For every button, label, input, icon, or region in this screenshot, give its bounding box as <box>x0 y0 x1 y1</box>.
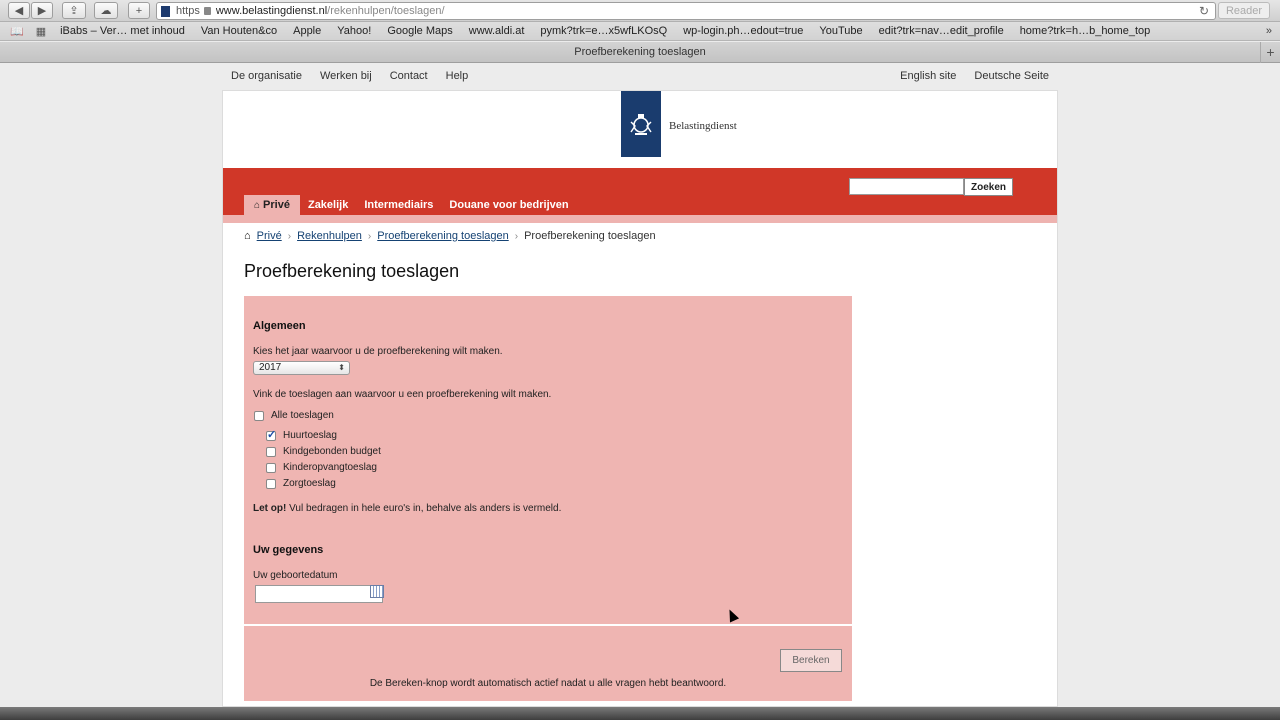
bookmark-item[interactable]: wp-login.ph…edout=true <box>683 25 803 37</box>
url-host: www.belastingdienst.nl <box>215 5 328 17</box>
top-navigation: De organisatie Werken bij Contact Help <box>231 70 468 82</box>
reader-button[interactable]: Reader <box>1218 2 1270 19</box>
bookmark-item[interactable]: www.aldi.at <box>469 25 525 37</box>
alle-toeslagen-row: Alle toeslagen <box>254 410 334 421</box>
calculation-form: Algemeen Kies het jaar waarvoor u de pro… <box>244 296 852 624</box>
main-navigation: ⌂ Privé Zakelijk Intermediairs Douane voo… <box>244 195 577 215</box>
form-footer: Bereken De Bereken-knop wordt automatisc… <box>244 626 852 701</box>
add-tab-icon[interactable]: + <box>1260 42 1280 63</box>
bookmark-item[interactable]: pymk?trk=e…x5wfLKOsQ <box>540 25 667 37</box>
tab-label: Privé <box>263 199 290 211</box>
breadcrumb-link[interactable]: Privé <box>257 230 282 242</box>
topnav-link[interactable]: De organisatie <box>231 70 302 82</box>
tab-zakelijk[interactable]: Zakelijk <box>300 195 356 215</box>
content-card: Belastingdienst Zoeken ⌂ Privé Zakelijk I… <box>222 90 1058 707</box>
let-op-text: Vul bedragen in hele euro's in, behalve … <box>286 503 562 514</box>
language-navigation: English site Deutsche Seite <box>900 70 1049 82</box>
search-button[interactable]: Zoeken <box>964 178 1013 196</box>
checkbox-label: Kindgebonden budget <box>283 446 381 457</box>
year-label: Kies het jaar waarvoor u de proefbereken… <box>253 346 503 357</box>
chevron-right-icon: › <box>514 230 519 242</box>
checkbox-label: Kinderopvangtoeslag <box>283 462 377 473</box>
birthdate-label: Uw geboortedatum <box>253 570 338 581</box>
zorgtoeslag-checkbox[interactable] <box>266 478 276 489</box>
share-icon[interactable]: ⇪ <box>62 2 86 19</box>
bookmarks-bar: 📖 ▦ iBabs – Ver… met inhoud Van Houten&c… <box>0 22 1280 41</box>
checkbox-label: Alle toeslagen <box>271 410 334 421</box>
bookmark-item[interactable]: Yahoo! <box>337 25 371 37</box>
main-header-bar: Zoeken ⌂ Privé Zakelijk Intermediairs Dou… <box>223 168 1057 215</box>
reload-icon[interactable]: ↻ <box>1199 4 1209 18</box>
topnav-link[interactable]: Werken bij <box>320 70 372 82</box>
brand-name: Belastingdienst <box>669 120 737 132</box>
tab-intermediairs[interactable]: Intermediairs <box>356 195 441 215</box>
chevron-right-icon[interactable]: » <box>1266 25 1272 37</box>
bookmark-item[interactable]: edit?trk=nav…edit_profile <box>879 25 1004 37</box>
tab-douane[interactable]: Douane voor bedrijven <box>441 195 576 215</box>
icloud-icon[interactable]: ☁ <box>94 2 118 19</box>
huurtoeslag-checkbox[interactable] <box>266 428 276 441</box>
deutsche-seite-link[interactable]: Deutsche Seite <box>974 70 1049 82</box>
birthdate-input[interactable] <box>255 585 383 603</box>
kinderopvangtoeslag-checkbox[interactable] <box>266 462 276 473</box>
active-tab-title[interactable]: Proefberekening toeslagen <box>574 46 705 58</box>
year-value: 2017 <box>259 362 282 373</box>
url-scheme: https <box>176 5 200 17</box>
breadcrumb-current: Proefberekening toeslagen <box>524 230 656 242</box>
huurtoeslag-row: Huurtoeslag <box>266 428 337 441</box>
bereken-hint: De Bereken-knop wordt automatisch actief… <box>369 678 727 689</box>
checkbox-label: Huurtoeslag <box>283 430 337 441</box>
bookmark-item[interactable]: Van Houten&co <box>201 25 277 37</box>
breadcrumb: ⌂ Privé › Rekenhulpen › Proefberekening … <box>244 230 656 242</box>
zorgtoeslag-row: Zorgtoeslag <box>266 478 336 489</box>
coat-of-arms-icon <box>630 114 652 135</box>
browser-toolbar: ◀ ▶ ⇪ ☁ + https www.belastingdienst.nl/r… <box>0 0 1280 22</box>
kindgebonden-budget-row: Kindgebonden budget <box>266 446 381 457</box>
rijksoverheid-logo[interactable] <box>621 91 661 157</box>
tab-prive[interactable]: ⌂ Privé <box>244 195 300 215</box>
new-tab-icon[interactable]: + <box>128 2 150 19</box>
checkbox-label: Zorgtoeslag <box>283 478 336 489</box>
site-favicon-icon <box>161 5 170 17</box>
forward-icon[interactable]: ▶ <box>31 2 53 19</box>
macos-dock <box>0 707 1280 720</box>
breadcrumb-link[interactable]: Proefberekening toeslagen <box>377 230 508 242</box>
chevron-right-icon: › <box>367 230 372 242</box>
bookmark-item[interactable]: home?trk=h…b_home_top <box>1020 25 1151 37</box>
tab-bar: Proefberekening toeslagen + <box>0 42 1280 63</box>
search-input[interactable] <box>849 178 964 195</box>
top-sites-icon[interactable]: ▦ <box>36 25 46 38</box>
bookmark-item[interactable]: Google Maps <box>387 25 452 37</box>
let-op-bold: Let op! <box>253 503 287 514</box>
kindgebonden-budget-checkbox[interactable] <box>266 446 276 457</box>
home-icon: ⌂ <box>254 200 261 211</box>
let-op-notice: Let op! Vul bedragen in hele euro's in, … <box>253 503 561 514</box>
bookmark-item[interactable]: iBabs – Ver… met inhoud <box>60 25 185 37</box>
english-site-link[interactable]: English site <box>900 70 956 82</box>
topnav-link[interactable]: Help <box>446 70 469 82</box>
url-path: /rekenhulpen/toeslagen/ <box>327 5 445 17</box>
reading-list-icon[interactable]: 📖 <box>10 25 24 38</box>
section-title-uw-gegevens: Uw gegevens <box>253 544 324 556</box>
updown-arrow-icon: ⬍ <box>338 363 345 372</box>
calendar-icon[interactable] <box>370 585 384 598</box>
address-bar[interactable]: https www.belastingdienst.nl/rekenhulpen… <box>156 2 1216 20</box>
bookmark-item[interactable]: Apple <box>293 25 321 37</box>
section-title-algemeen: Algemeen <box>253 320 306 332</box>
toeslagen-label: Vink de toeslagen aan waarvoor u een pro… <box>253 389 552 400</box>
bookmark-item[interactable]: YouTube <box>819 25 862 37</box>
bereken-button[interactable]: Bereken <box>780 649 842 672</box>
home-icon: ⌂ <box>244 230 251 242</box>
kinderopvangtoeslag-row: Kinderopvangtoeslag <box>266 462 377 473</box>
year-select[interactable]: 2017 ⬍ <box>253 361 350 375</box>
alle-toeslagen-checkbox[interactable] <box>254 410 264 421</box>
breadcrumb-link[interactable]: Rekenhulpen <box>297 230 362 242</box>
lock-icon <box>203 7 211 15</box>
page-title: Proefberekening toeslagen <box>244 261 460 281</box>
chevron-right-icon: › <box>287 230 292 242</box>
topnav-link[interactable]: Contact <box>390 70 428 82</box>
web-page: De organisatie Werken bij Contact Help E… <box>0 64 1280 707</box>
header-underline <box>223 215 1057 223</box>
back-icon[interactable]: ◀ <box>8 2 30 19</box>
